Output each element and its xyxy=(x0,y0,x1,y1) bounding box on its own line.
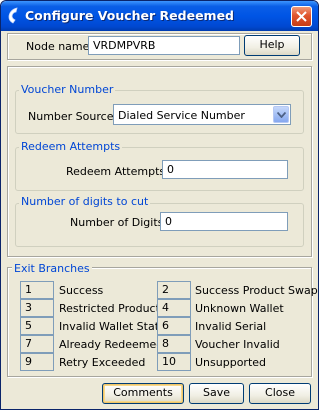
save-button[interactable]: Save xyxy=(189,383,244,404)
number-source-select[interactable]: Dialed Service Number xyxy=(113,104,291,125)
window-title: Configure Voucher Redeemed xyxy=(25,8,235,23)
dialog-window: Configure Voucher Redeemed Node name VRD… xyxy=(0,0,319,410)
exit-branch-number: 5 xyxy=(20,317,54,335)
dropdown-arrow[interactable] xyxy=(273,106,289,123)
exit-branches-panel: Exit Branches 1 Success 2 Success Produc… xyxy=(7,262,318,377)
number-of-digits-label: Number of Digits xyxy=(70,216,164,229)
node-name-label: Node name xyxy=(26,40,90,53)
redeem-attempts-input[interactable]: 0 xyxy=(162,160,288,179)
exit-branch-label: Voucher Invalid xyxy=(195,338,280,351)
exit-branch-number: 7 xyxy=(20,335,54,353)
exit-branches-legend: Exit Branches xyxy=(12,262,92,275)
exit-branch-label: Already Redeemed xyxy=(59,338,164,351)
title-bar[interactable]: Configure Voucher Redeemed xyxy=(1,1,318,31)
number-source-label: Number Source xyxy=(28,110,114,123)
exit-branch-number: 6 xyxy=(157,317,191,335)
exit-branch-label: Retry Exceeded xyxy=(59,356,146,369)
exit-branch-label: Success Product Swap xyxy=(195,284,318,297)
digits-to-cut-legend: Number of digits to cut xyxy=(19,195,151,208)
exit-branch-number: 3 xyxy=(20,299,54,317)
exit-branch-number: 2 xyxy=(157,281,191,299)
number-source-value: Dialed Service Number xyxy=(118,109,245,122)
exit-branch-number: 9 xyxy=(20,353,54,371)
voucher-number-legend: Voucher Number xyxy=(19,83,116,96)
config-panel: Voucher Number Number Source Dialed Serv… xyxy=(7,66,312,257)
exit-branch-label: Success xyxy=(59,284,104,297)
exit-branch-number: 10 xyxy=(157,353,191,371)
redeem-attempts-label: Redeem Attempts xyxy=(66,165,166,178)
node-name-input[interactable]: VRDMPVRB xyxy=(88,36,240,55)
comments-button[interactable]: Comments xyxy=(102,383,184,404)
exit-branch-number: 8 xyxy=(157,335,191,353)
exit-branch-label: Invalid Serial xyxy=(195,320,267,333)
exit-branch-label: Invalid Wallet State xyxy=(59,320,166,333)
exit-branch-number: 4 xyxy=(157,299,191,317)
chevron-down-icon xyxy=(277,112,286,118)
exit-branch-number: 1 xyxy=(20,281,54,299)
exit-branch-label: Unsupported xyxy=(195,356,267,369)
number-of-digits-input[interactable]: 0 xyxy=(160,212,288,231)
exit-branch-label: Restricted Product xyxy=(59,302,160,315)
close-icon xyxy=(296,11,307,22)
redeem-attempts-legend: Redeem Attempts xyxy=(19,140,123,153)
exit-branch-label: Unknown Wallet xyxy=(195,302,284,315)
handset-icon xyxy=(8,7,18,24)
window-close-button[interactable] xyxy=(291,6,312,27)
help-button[interactable]: Help xyxy=(244,35,300,56)
close-button[interactable]: Close xyxy=(249,383,311,404)
node-panel: Node name VRDMPVRB Help xyxy=(7,33,312,60)
